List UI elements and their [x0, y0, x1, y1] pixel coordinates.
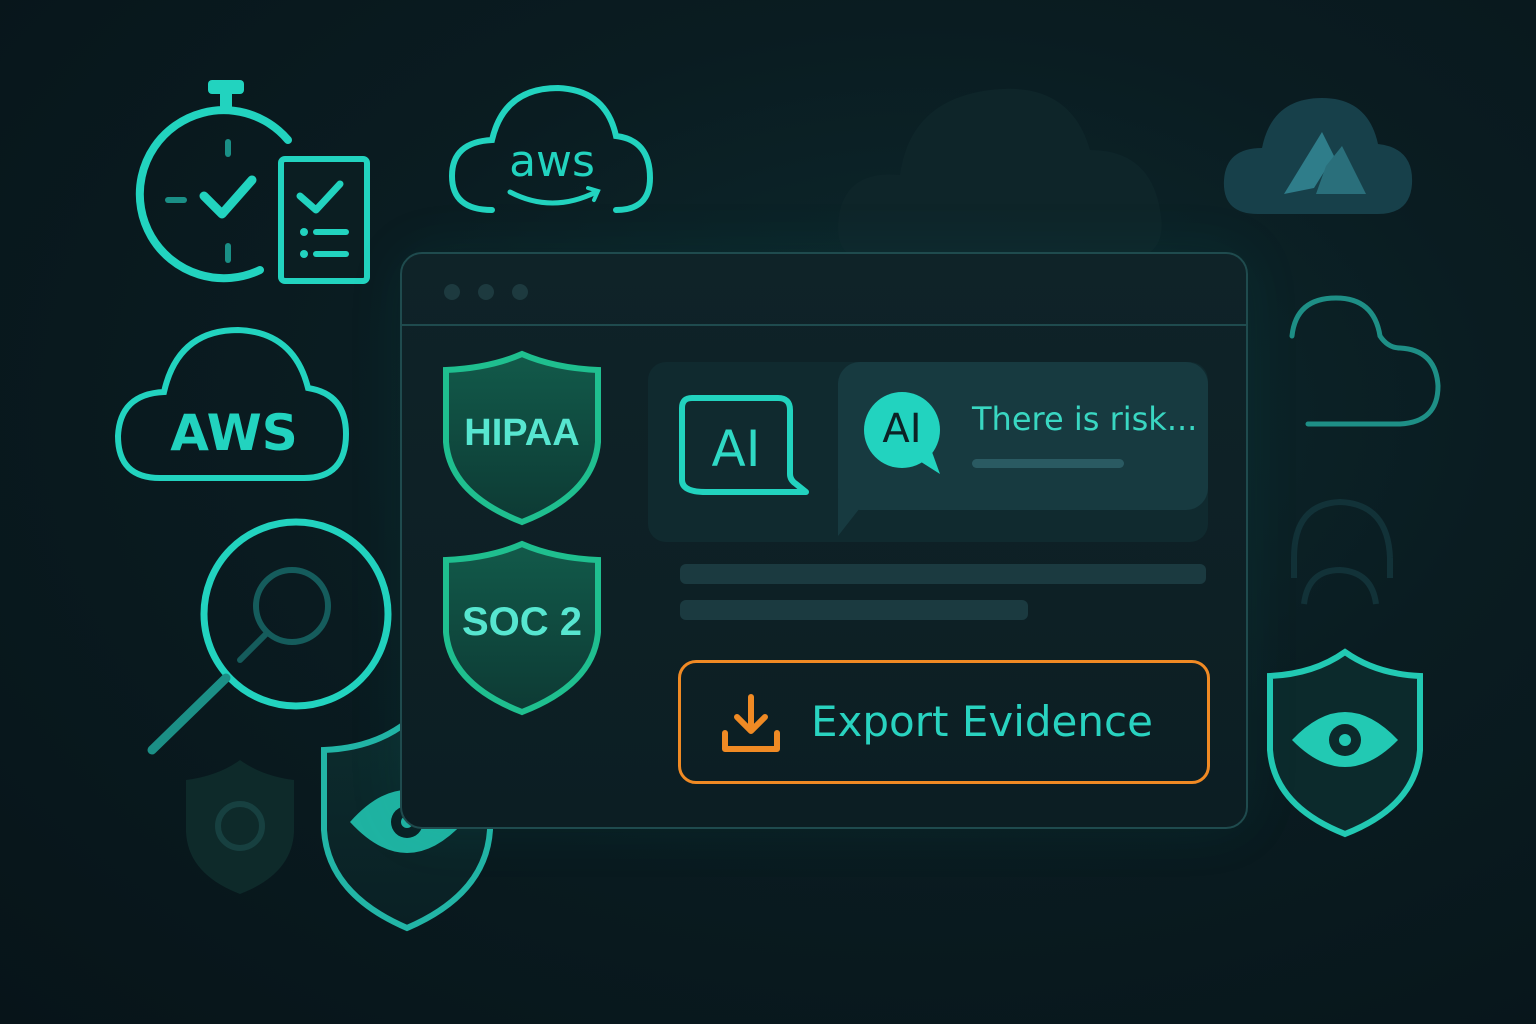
message-placeholder-line — [972, 459, 1124, 468]
window-dot[interactable] — [478, 284, 494, 300]
aws-logo-text: aws — [509, 136, 595, 187]
window-dot[interactable] — [444, 284, 460, 300]
cloud-outline-icon — [1288, 295, 1442, 428]
signal-arcs-icon — [1288, 498, 1396, 608]
checklist-icon — [278, 156, 370, 284]
azure-cloud-icon — [1222, 96, 1414, 216]
background-cloud-icon — [830, 60, 1170, 260]
content-placeholder-line — [680, 564, 1206, 584]
shield-eye-icon — [1266, 648, 1424, 838]
chat-bubble-tail — [838, 490, 874, 536]
aws-cloud-icon: AWS — [114, 326, 350, 482]
shield-icon — [182, 756, 298, 896]
content-placeholder-line — [680, 600, 1028, 620]
export-evidence-button[interactable]: Export Evidence — [678, 660, 1210, 784]
window-titlebar — [402, 254, 1246, 326]
aws-logo-text: AWS — [170, 404, 298, 462]
export-evidence-label: Export Evidence — [811, 697, 1153, 746]
ai-message-text: There is risk... — [972, 400, 1198, 438]
ai-avatar-label: AI — [882, 406, 922, 452]
stopwatch-icon — [135, 80, 300, 290]
window-dot[interactable] — [512, 284, 528, 300]
ai-chat-label: AI — [711, 420, 761, 478]
soc2-label: SOC 2 — [461, 600, 583, 644]
hipaa-label: HIPAA — [464, 412, 580, 454]
download-icon — [719, 693, 783, 755]
aws-cloud-icon: aws — [448, 84, 654, 216]
